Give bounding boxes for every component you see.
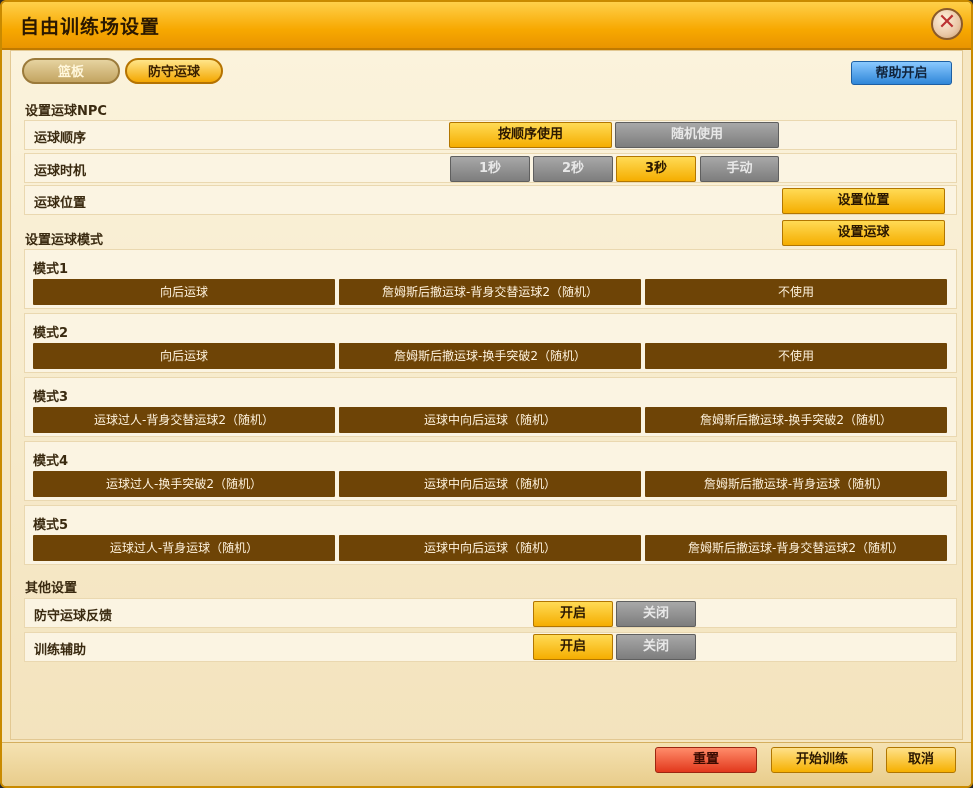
mode-3-label: 模式3 <box>33 390 69 405</box>
set-dribble-button[interactable]: 设置运球 <box>782 220 945 246</box>
start-training-button[interactable]: 开始训练 <box>771 747 873 773</box>
mode-1-slot-2[interactable]: 詹姆斯后撤运球-背身交替运球2（随机） <box>339 279 641 305</box>
assist-off-button[interactable]: 关闭 <box>616 634 696 660</box>
mode-5-slot-1[interactable]: 运球过人-背身运球（随机） <box>33 535 335 561</box>
assist-on-button[interactable]: 开启 <box>533 634 613 660</box>
dribble-timing-label: 运球时机 <box>34 164 87 179</box>
mode-4-slot-2[interactable]: 运球中向后运球（随机） <box>339 471 641 497</box>
mode-5-label: 模式5 <box>33 518 69 533</box>
timing-2s-button[interactable]: 2秒 <box>533 156 613 182</box>
mode-1-label: 模式1 <box>33 262 69 277</box>
mode-5-slot-2[interactable]: 运球中向后运球（随机） <box>339 535 641 561</box>
mode-4-label: 模式4 <box>33 454 69 469</box>
set-position-button[interactable]: 设置位置 <box>782 188 945 214</box>
npc-section-title: 设置运球NPC <box>25 104 107 119</box>
mode-3-slot-3[interactable]: 詹姆斯后撤运球-换手突破2（随机） <box>645 407 947 433</box>
feedback-on-button[interactable]: 开启 <box>533 601 613 627</box>
row-defense-feedback <box>24 598 957 628</box>
timing-manual-button[interactable]: 手动 <box>700 156 779 182</box>
mode-4-slot-1[interactable]: 运球过人-换手突破2（随机） <box>33 471 335 497</box>
mode-4-slot-3[interactable]: 詹姆斯后撤运球-背身运球（随机） <box>645 471 947 497</box>
help-button[interactable]: 帮助开启 <box>851 61 952 85</box>
timing-1s-button[interactable]: 1秒 <box>450 156 530 182</box>
mode-5-slot-3[interactable]: 詹姆斯后撤运球-背身交替运球2（随机） <box>645 535 947 561</box>
timing-3s-button[interactable]: 3秒 <box>616 156 696 182</box>
mode-2-slot-1[interactable]: 向后运球 <box>33 343 335 369</box>
order-random-button[interactable]: 随机使用 <box>615 122 779 148</box>
defense-feedback-label: 防守运球反馈 <box>34 609 113 624</box>
reset-button[interactable]: 重置 <box>655 747 757 773</box>
mode-1-slot-3[interactable]: 不使用 <box>645 279 947 305</box>
mode-3-slot-2[interactable]: 运球中向后运球（随机） <box>339 407 641 433</box>
title-bar: 自由训练场设置 ✕ <box>2 2 971 50</box>
dribble-position-label: 运球位置 <box>34 196 87 211</box>
other-section-title: 其他设置 <box>25 581 78 596</box>
mode-section-title: 设置运球模式 <box>25 233 104 248</box>
mode-2-slot-2[interactable]: 詹姆斯后撤运球-换手突破2（随机） <box>339 343 641 369</box>
mode-2-label: 模式2 <box>33 326 69 341</box>
order-sequential-button[interactable]: 按顺序使用 <box>449 122 612 148</box>
close-icon[interactable]: ✕ <box>931 8 963 40</box>
row-training-assist <box>24 632 957 662</box>
mode-1-slot-1[interactable]: 向后运球 <box>33 279 335 305</box>
training-assist-label: 训练辅助 <box>34 643 87 658</box>
tab-rebound[interactable]: 篮板 <box>22 58 120 84</box>
cancel-button[interactable]: 取消 <box>886 747 956 773</box>
dribble-order-label: 运球顺序 <box>34 131 87 146</box>
mode-3-slot-1[interactable]: 运球过人-背身交替运球2（随机） <box>33 407 335 433</box>
feedback-off-button[interactable]: 关闭 <box>616 601 696 627</box>
dialog-title: 自由训练场设置 <box>20 16 161 38</box>
tab-defensive-dribble[interactable]: 防守运球 <box>125 58 223 84</box>
mode-2-slot-3[interactable]: 不使用 <box>645 343 947 369</box>
